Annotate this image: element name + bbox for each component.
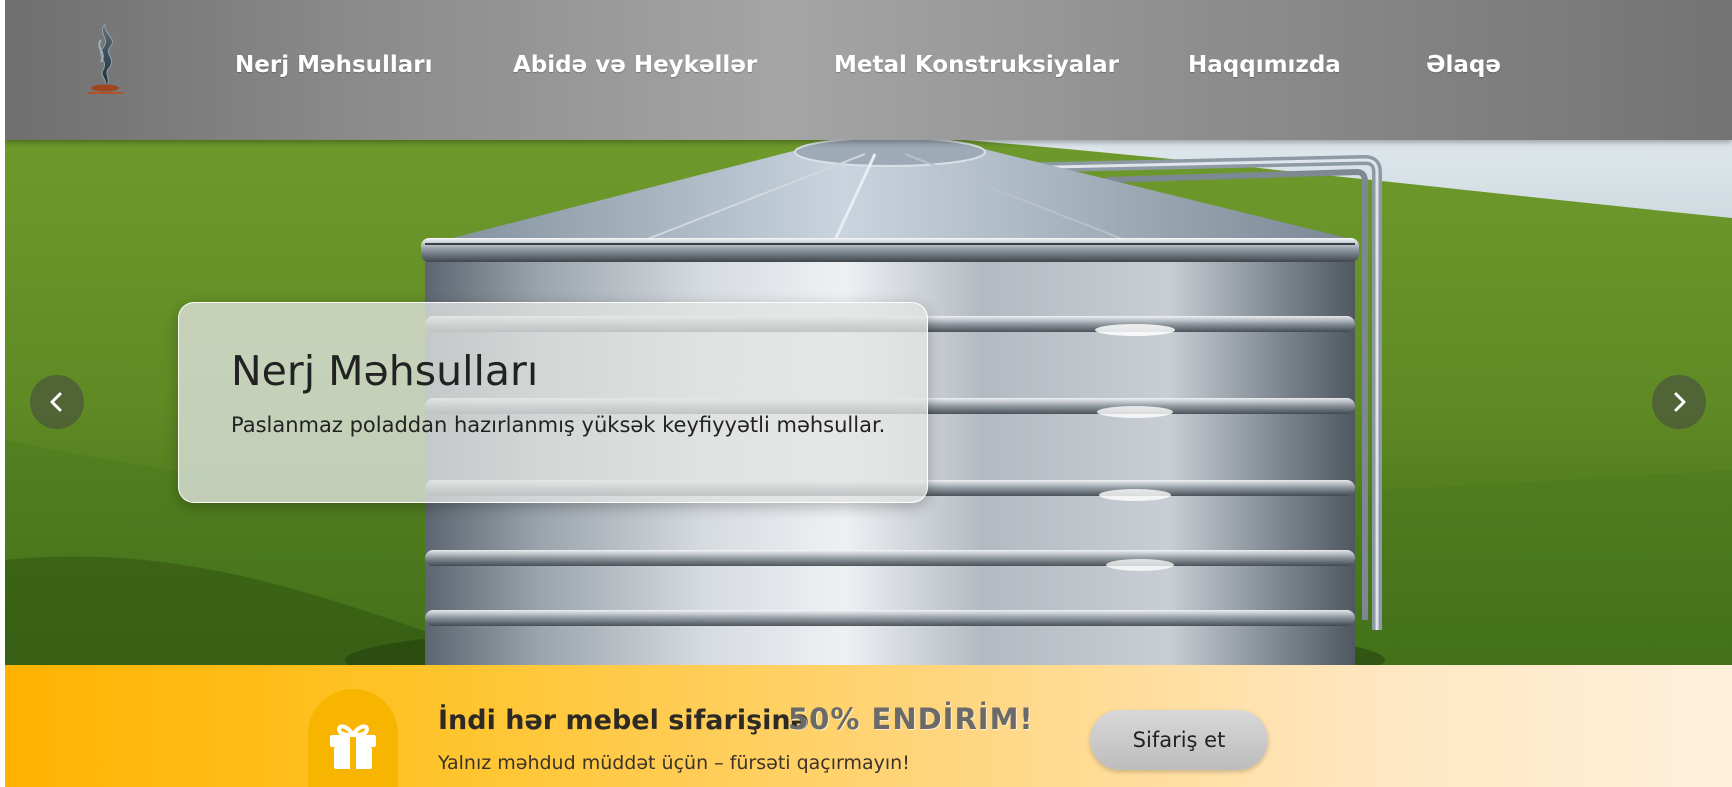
- chevron-right-icon: [1674, 392, 1686, 412]
- page: Nerj Məhsulları Abidə və Heykəllər Metal…: [5, 0, 1732, 787]
- promo-discount: 50% ENDİRİM!: [788, 702, 1034, 736]
- order-button[interactable]: Sifariş et: [1090, 710, 1268, 770]
- chevron-left-icon: [50, 392, 62, 412]
- site-header: Nerj Məhsulları Abidə və Heykəllər Metal…: [5, 0, 1732, 140]
- promo-banner: İndi hər mebel sifarişinə 50% ENDİRİM! Y…: [5, 665, 1732, 787]
- nav-item-metal-constructions[interactable]: Metal Konstruksiyalar: [834, 52, 1119, 78]
- hero-carousel: Nerj Məhsulları Paslanmaz poladdan hazır…: [5, 140, 1732, 665]
- slide-title: Nerj Məhsulları: [231, 347, 539, 395]
- nav-item-contact[interactable]: Əlaqə: [1426, 52, 1501, 78]
- slide-description: Paslanmaz poladdan hazırlanmış yüksək ke…: [231, 413, 886, 437]
- prev-slide-button[interactable]: [30, 375, 84, 429]
- gift-badge: [308, 689, 398, 787]
- promo-subtitle: Yalnız məhdud müddət üçün – fürsəti qaçı…: [438, 752, 910, 774]
- nav-item-nerj-products[interactable]: Nerj Məhsulları: [235, 52, 433, 78]
- gift-icon: [330, 724, 376, 769]
- promo-title: İndi hər mebel sifarişinə: [438, 705, 809, 736]
- nav-item-about[interactable]: Haqqımızda: [1188, 52, 1341, 78]
- slide-caption: Nerj Məhsulları Paslanmaz poladdan hazır…: [178, 302, 928, 503]
- main-nav: Nerj Məhsulları Abidə və Heykəllər Metal…: [5, 0, 1732, 140]
- nav-item-monuments[interactable]: Abidə və Heykəllər: [513, 52, 757, 78]
- next-slide-button[interactable]: [1652, 375, 1706, 429]
